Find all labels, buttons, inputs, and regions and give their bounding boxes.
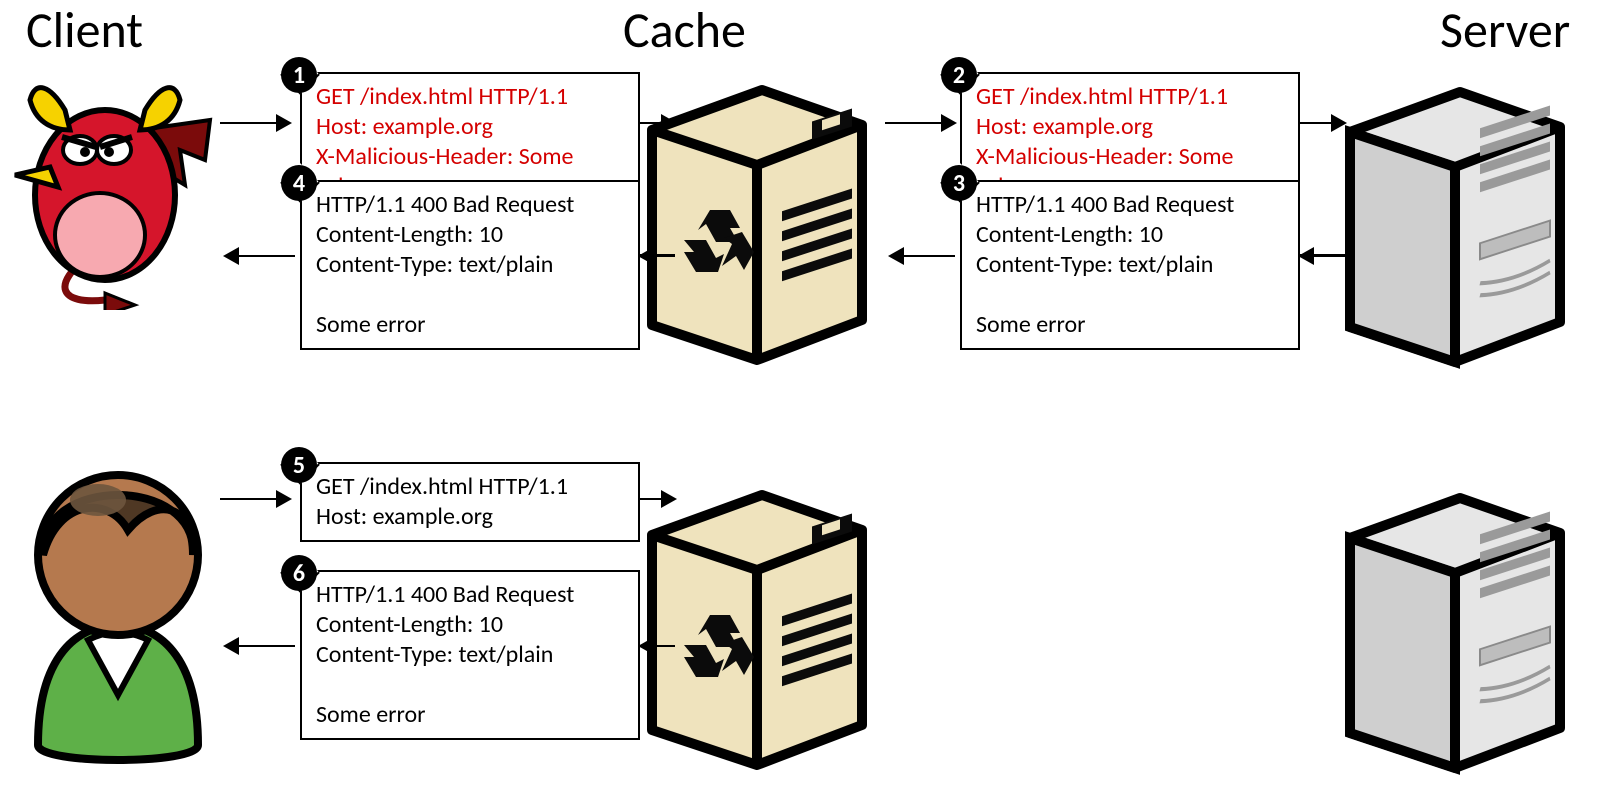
arrow-user-to-msg5 bbox=[220, 498, 290, 500]
message-3-line-4: Some error bbox=[976, 310, 1284, 340]
arrow-msg4-to-client bbox=[225, 255, 295, 257]
step-badge-2: 2 bbox=[941, 57, 977, 93]
step-badge-6: 6 bbox=[281, 555, 317, 591]
message-5-box: GET /index.html HTTP/1.1 Host: example.o… bbox=[300, 462, 640, 542]
message-6-line-0: HTTP/1.1 400 Bad Request bbox=[316, 580, 624, 610]
message-5-line-0: GET /index.html HTTP/1.1 bbox=[316, 472, 624, 502]
message-4-line-1: Content-Length: 10 bbox=[316, 220, 624, 250]
user-client-icon bbox=[18, 445, 218, 775]
message-3-line-1: Content-Length: 10 bbox=[976, 220, 1284, 250]
message-6-box: HTTP/1.1 400 Bad Request Content-Length:… bbox=[300, 570, 640, 740]
step-badge-5: 5 bbox=[281, 447, 317, 483]
server-top-icon bbox=[1330, 72, 1580, 372]
message-2-line-1: Host: example.org bbox=[976, 112, 1284, 142]
arrow-server-to-msg3 bbox=[1300, 255, 1345, 257]
message-3-line-2: Content-Type: text/plain bbox=[976, 250, 1284, 280]
message-3-box: HTTP/1.1 400 Bad Request Content-Length:… bbox=[960, 180, 1300, 350]
heading-server: Server bbox=[1440, 0, 1570, 61]
arrow-cache-to-msg2 bbox=[885, 122, 955, 124]
message-4-line-0: HTTP/1.1 400 Bad Request bbox=[316, 190, 624, 220]
message-1-line-0: GET /index.html HTTP/1.1 bbox=[316, 82, 624, 112]
message-6-line-1: Content-Length: 10 bbox=[316, 610, 624, 640]
step-badge-3: 3 bbox=[941, 165, 977, 201]
arrow-cache-out-4-line bbox=[640, 254, 675, 256]
arrow-msg2-to-server bbox=[1300, 122, 1345, 124]
arrow-msg3-to-cache bbox=[890, 255, 955, 257]
step-badge-4: 4 bbox=[281, 165, 317, 201]
message-6-line-4: Some error bbox=[316, 700, 624, 730]
heading-cache: Cache bbox=[623, 0, 746, 61]
message-2-line-0: GET /index.html HTTP/1.1 bbox=[976, 82, 1284, 112]
message-1-line-1: Host: example.org bbox=[316, 112, 624, 142]
cache-server-bottom-icon bbox=[632, 475, 882, 775]
arrow-cache-to-msg6 bbox=[640, 645, 675, 647]
arrow-msg6-to-user bbox=[225, 645, 295, 647]
message-5-line-1: Host: example.org bbox=[316, 502, 624, 532]
message-4-box: HTTP/1.1 400 Bad Request Content-Length:… bbox=[300, 180, 640, 350]
message-3-line-0: HTTP/1.1 400 Bad Request bbox=[976, 190, 1284, 220]
arrow-client-to-msg1 bbox=[220, 122, 290, 124]
message-4-line-3 bbox=[316, 280, 624, 310]
step-badge-1: 1 bbox=[281, 57, 317, 93]
message-6-line-2: Content-Type: text/plain bbox=[316, 640, 624, 670]
message-3-line-3 bbox=[976, 280, 1284, 310]
message-4-line-4: Some error bbox=[316, 310, 624, 340]
devil-client-icon bbox=[10, 75, 220, 310]
heading-client: Client bbox=[26, 0, 143, 61]
arrow-msg1-to-cache bbox=[640, 122, 675, 124]
server-bottom-icon bbox=[1330, 478, 1580, 778]
arrow-msg5-to-cache bbox=[640, 498, 675, 500]
message-4-line-2: Content-Type: text/plain bbox=[316, 250, 624, 280]
message-6-line-3 bbox=[316, 670, 624, 700]
